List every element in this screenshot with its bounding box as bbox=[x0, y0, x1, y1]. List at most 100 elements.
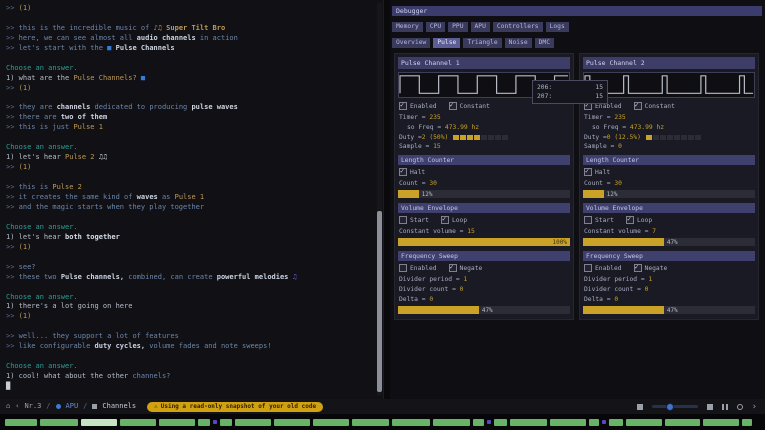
subtab-pulse[interactable]: Pulse bbox=[433, 38, 460, 48]
timeline-segment[interactable] bbox=[609, 419, 623, 426]
timeline-segment[interactable] bbox=[494, 419, 507, 426]
record-button[interactable] bbox=[737, 404, 743, 410]
terminal-text: audio channels bbox=[137, 34, 196, 42]
timeline-segment[interactable] bbox=[665, 419, 700, 426]
enabled-checkbox[interactable]: Enabled bbox=[399, 102, 437, 110]
subtab-dmc[interactable]: DMC bbox=[535, 38, 554, 48]
terminal-pane: >> (1)>> this is the incredible music of… bbox=[0, 0, 384, 399]
subtab-triangle[interactable]: Triangle bbox=[463, 38, 501, 48]
field-row: Duty = 2 (50%) bbox=[399, 134, 570, 141]
timeline-segment[interactable] bbox=[274, 419, 310, 426]
timeline-segment[interactable] bbox=[198, 419, 210, 426]
sweep-enabled-checkbox[interactable]: Enabled bbox=[399, 264, 437, 272]
duty-cell bbox=[467, 135, 473, 140]
terminal-line[interactable]: 1) let's hear both together bbox=[6, 233, 373, 243]
volume-slider[interactable] bbox=[652, 405, 698, 408]
field-label: Delta = bbox=[584, 296, 611, 303]
halt-checkbox[interactable]: Halt bbox=[584, 168, 610, 176]
terminal-text: 1) let's hear bbox=[6, 233, 65, 241]
sweep-enabled-checkbox[interactable]: Enabled bbox=[584, 264, 622, 272]
start-checkbox[interactable]: Start bbox=[399, 216, 429, 224]
terminal-line: >> they are channels dedicated to produc… bbox=[6, 103, 373, 113]
checkbox-box bbox=[399, 168, 407, 176]
timeline-marker-dot[interactable] bbox=[602, 420, 606, 424]
terminal-line bbox=[6, 253, 373, 263]
terminal-line: >> like configurable duty cycles, volume… bbox=[6, 342, 373, 352]
constant-checkbox[interactable]: Constant bbox=[449, 102, 490, 110]
terminal-line bbox=[6, 173, 373, 183]
timeline-segment[interactable] bbox=[159, 419, 195, 426]
timeline-segment[interactable] bbox=[550, 419, 586, 426]
breadcrumb-channels[interactable]: Channels bbox=[102, 399, 136, 414]
terminal-text: dedicated to producing bbox=[90, 103, 191, 111]
next-icon[interactable]: › bbox=[752, 403, 757, 411]
pause-button[interactable] bbox=[722, 404, 728, 410]
negate-checkbox[interactable]: Negate bbox=[634, 264, 668, 272]
tab-controllers[interactable]: Controllers bbox=[493, 22, 543, 32]
constant-checkbox[interactable]: Constant bbox=[634, 102, 675, 110]
bar-label: 47% bbox=[482, 307, 493, 314]
field-label: Divider period = bbox=[399, 276, 460, 283]
timeline-segment[interactable] bbox=[742, 419, 752, 426]
speaker-icon[interactable] bbox=[637, 404, 643, 410]
terminal-line[interactable]: 1) there's a lot going on here bbox=[6, 302, 373, 312]
terminal-text: waves bbox=[137, 193, 158, 201]
scrollbar-thumb[interactable] bbox=[377, 211, 382, 392]
tab-apu[interactable]: APU bbox=[471, 22, 490, 32]
breadcrumb-apu[interactable]: APU bbox=[66, 399, 79, 414]
home-icon[interactable]: ⌂ bbox=[6, 399, 10, 414]
bar-fill bbox=[583, 306, 664, 314]
terminal-line[interactable]: 1) cool! what about the other channels? bbox=[6, 372, 373, 382]
field-row: Count = 30 bbox=[584, 180, 755, 187]
timeline-segment[interactable] bbox=[352, 419, 389, 426]
tab-logs[interactable]: Logs bbox=[546, 22, 569, 32]
stop-button[interactable] bbox=[707, 404, 713, 410]
timeline-segment[interactable] bbox=[120, 419, 156, 426]
timeline-marker-dot[interactable] bbox=[487, 420, 491, 424]
timeline-segment[interactable] bbox=[220, 419, 232, 426]
terminal-text: 1) cool! what about the other bbox=[6, 372, 132, 380]
subtab-overview[interactable]: Overview bbox=[392, 38, 430, 48]
breadcrumb-location[interactable]: Nr.3 bbox=[24, 399, 41, 414]
tab-cpu[interactable]: CPU bbox=[426, 22, 445, 32]
subtab-noise[interactable]: Noise bbox=[505, 38, 532, 48]
loop-checkbox[interactable]: Loop bbox=[626, 216, 652, 224]
field-row: so Freq = 473.99 hz bbox=[399, 124, 570, 131]
terminal-line[interactable]: 1) let's hear Pulse 2 ♫♫ bbox=[6, 153, 373, 163]
back-icon[interactable]: ‹ bbox=[15, 399, 19, 414]
timeline-segment[interactable] bbox=[589, 419, 599, 426]
status-bar: ⌂ ‹ Nr.3 / APU / Channels ⚠ Using a read… bbox=[0, 399, 765, 414]
timeline-segment[interactable] bbox=[235, 419, 271, 426]
bar-fill bbox=[398, 306, 479, 314]
timeline-segment[interactable] bbox=[626, 419, 662, 426]
timeline-segment[interactable] bbox=[392, 419, 430, 426]
tab-ppu[interactable]: PPU bbox=[448, 22, 467, 32]
terminal-scrollbar[interactable] bbox=[377, 2, 382, 396]
timeline-segment[interactable] bbox=[5, 419, 37, 426]
timeline-current-segment[interactable] bbox=[81, 419, 117, 426]
halt-checkbox[interactable]: Halt bbox=[399, 168, 425, 176]
timeline-segment[interactable] bbox=[313, 419, 349, 426]
terminal-line bbox=[6, 352, 373, 362]
start-checkbox[interactable]: Start bbox=[584, 216, 614, 224]
warning-icon: ⚠ bbox=[154, 403, 158, 410]
terminal-line[interactable]: 1) what are the Pulse Channels? ■ bbox=[6, 74, 373, 84]
duty-cell bbox=[653, 135, 659, 140]
timeline-marker-dot[interactable] bbox=[213, 420, 217, 424]
timeline-segment[interactable] bbox=[473, 419, 484, 426]
negate-checkbox[interactable]: Negate bbox=[449, 264, 483, 272]
timeline-segment[interactable] bbox=[703, 419, 739, 426]
timeline-segment[interactable] bbox=[433, 419, 470, 426]
terminal-text: this is the incredible music of bbox=[19, 24, 154, 32]
checkbox-label: Halt bbox=[410, 169, 425, 176]
timeline-segment[interactable] bbox=[510, 419, 547, 426]
volume-knob[interactable] bbox=[666, 403, 674, 411]
terminal-text: (1) bbox=[19, 243, 32, 251]
terminal-line bbox=[6, 213, 373, 223]
terminal-text: >> bbox=[6, 103, 19, 111]
checkbox-label: Loop bbox=[637, 217, 652, 224]
loop-checkbox[interactable]: Loop bbox=[441, 216, 467, 224]
tab-memory[interactable]: Memory bbox=[392, 22, 423, 32]
field-value: 0 bbox=[429, 296, 433, 303]
timeline-segment[interactable] bbox=[40, 419, 78, 426]
